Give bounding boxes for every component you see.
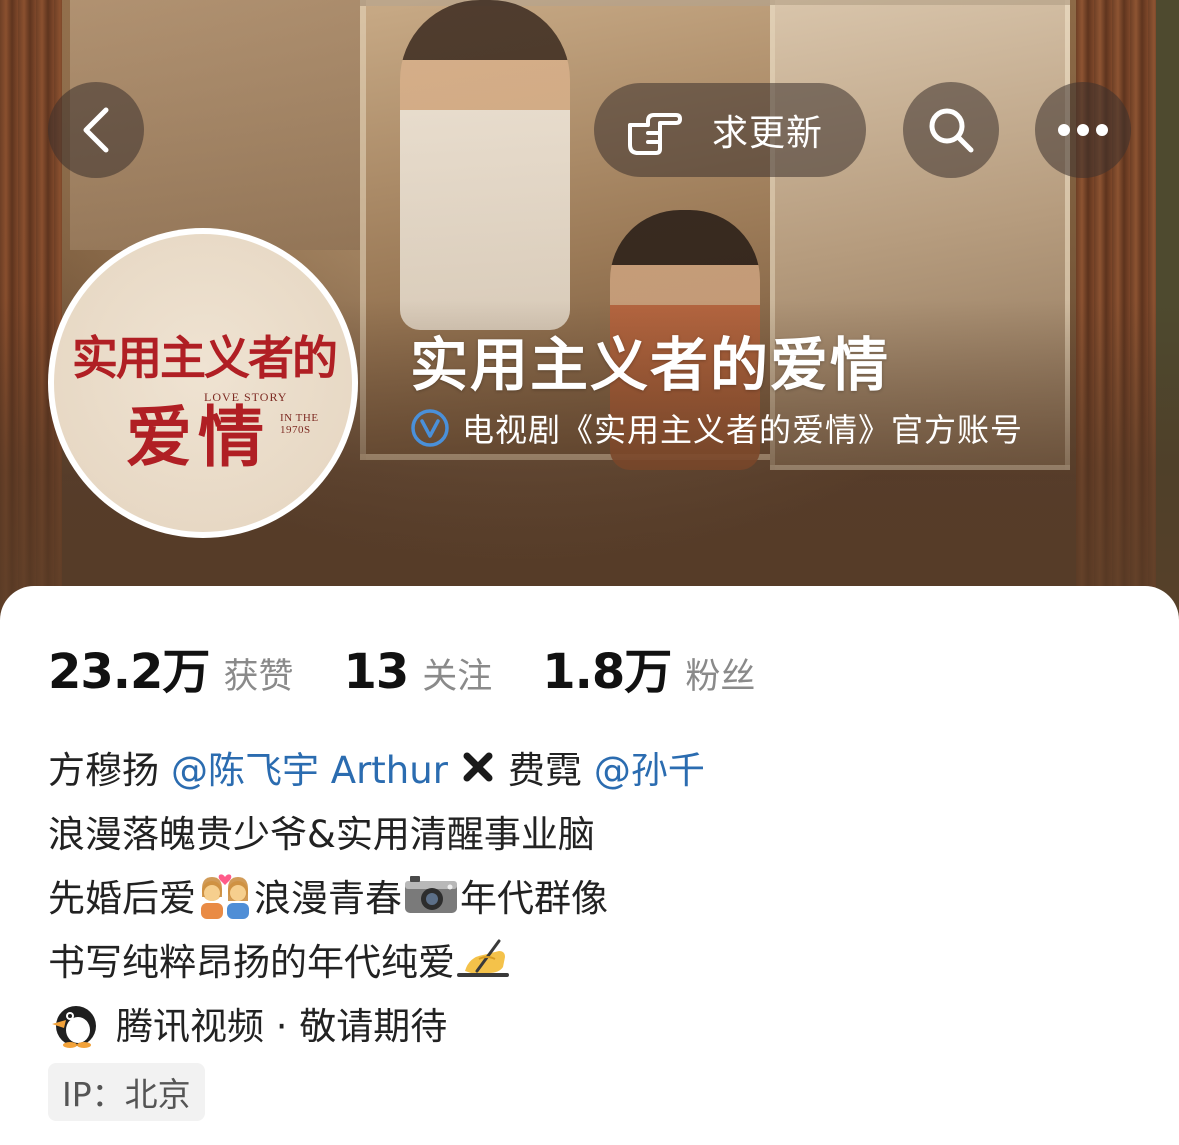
bio-line: 书写纯粹昂扬的年代纯爱 — [48, 927, 1128, 991]
bio-text: 费霓 — [507, 749, 582, 792]
bio-text: 浪漫落魄贵少爷&实用清醒事业脑 — [48, 813, 595, 856]
request-update-label: 求更新 — [712, 113, 824, 154]
bio-line: 腾讯视频 · 敬请期待 — [48, 991, 1128, 1055]
bio: 方穆扬 @陈飞宇 Arthur 费霓 @孙千 浪漫落魄贵少爷&实用清醒事业脑 先… — [48, 735, 1128, 1055]
more-button[interactable] — [1035, 82, 1131, 178]
search-icon — [929, 108, 974, 153]
avatar[interactable]: 实用主义者的 爱情 LOVE STORY IN THE 1970S — [48, 228, 358, 538]
stat-value: 23.2万 — [48, 644, 210, 700]
bio-text: 浪漫青春 — [254, 877, 402, 920]
stat-label: 获赞 — [223, 657, 294, 697]
profile-page: 求更新 实用主义者的 爱情 LOVE STORY IN THE 1970S 实用… — [0, 0, 1179, 1145]
request-update-button[interactable]: 求更新 — [594, 83, 866, 177]
chevron-left-icon — [83, 107, 109, 153]
banner-figure — [400, 0, 570, 330]
stat-label: 关注 — [422, 657, 493, 697]
stat-followers[interactable]: 1.8万 粉丝 — [542, 632, 755, 702]
penguin-icon — [52, 1006, 96, 1048]
stats-row: 23.2万 获赞 13 关注 1.8万 粉丝 — [48, 632, 755, 702]
mention-link[interactable]: @陈飞宇 Arthur — [171, 740, 448, 794]
account-name: 实用主义者的爱情 — [410, 331, 891, 399]
bio-text: 年代群像 — [460, 877, 608, 920]
bio-line: 先婚后爱 浪漫青春 年代群像 — [48, 863, 1128, 927]
stat-following[interactable]: 13 关注 — [343, 644, 492, 700]
avatar-english-line2: IN THE 1970S — [280, 412, 319, 436]
cross-mark-icon — [463, 752, 493, 782]
bio-text: 腾讯视频 · 敬请期待 — [116, 1005, 448, 1048]
avatar-english-line1: LOVE STORY — [204, 390, 288, 404]
bio-line: 方穆扬 @陈飞宇 Arthur 费霓 @孙千 — [48, 735, 1128, 799]
avatar-logo: 实用主义者的 爱情 LOVE STORY IN THE 1970S — [54, 234, 352, 532]
stat-label: 粉丝 — [685, 657, 756, 697]
pointing-hand-icon — [628, 113, 682, 155]
couple-with-heart-icon — [201, 874, 249, 919]
back-button[interactable] — [48, 82, 144, 178]
stat-value: 1.8万 — [542, 644, 672, 700]
stat-value: 13 — [343, 644, 409, 700]
avatar-title-line1: 实用主义者的 — [72, 331, 338, 385]
bio-text: 先婚后爱 — [48, 877, 196, 920]
verification-row: 电视剧《实用主义者的爱情》官方账号 — [410, 405, 1023, 451]
stat-likes[interactable]: 23.2万 获赞 — [48, 632, 293, 702]
verification-text: 电视剧《实用主义者的爱情》官方账号 — [462, 411, 1024, 449]
bio-text: 方穆扬 — [48, 749, 159, 792]
ellipsis-icon — [1058, 124, 1108, 136]
search-button[interactable] — [903, 82, 999, 178]
mention-link[interactable]: @孙千 — [594, 740, 705, 794]
ip-location-tag: IP：北京 — [48, 1063, 205, 1121]
bio-text: 书写纯粹昂扬的年代纯爱 — [48, 941, 455, 984]
bio-line: 浪漫落魄贵少爷&实用清醒事业脑 — [48, 799, 1128, 863]
camera-icon — [405, 876, 457, 913]
writing-hand-icon — [457, 939, 509, 977]
verified-v-icon — [411, 409, 449, 447]
